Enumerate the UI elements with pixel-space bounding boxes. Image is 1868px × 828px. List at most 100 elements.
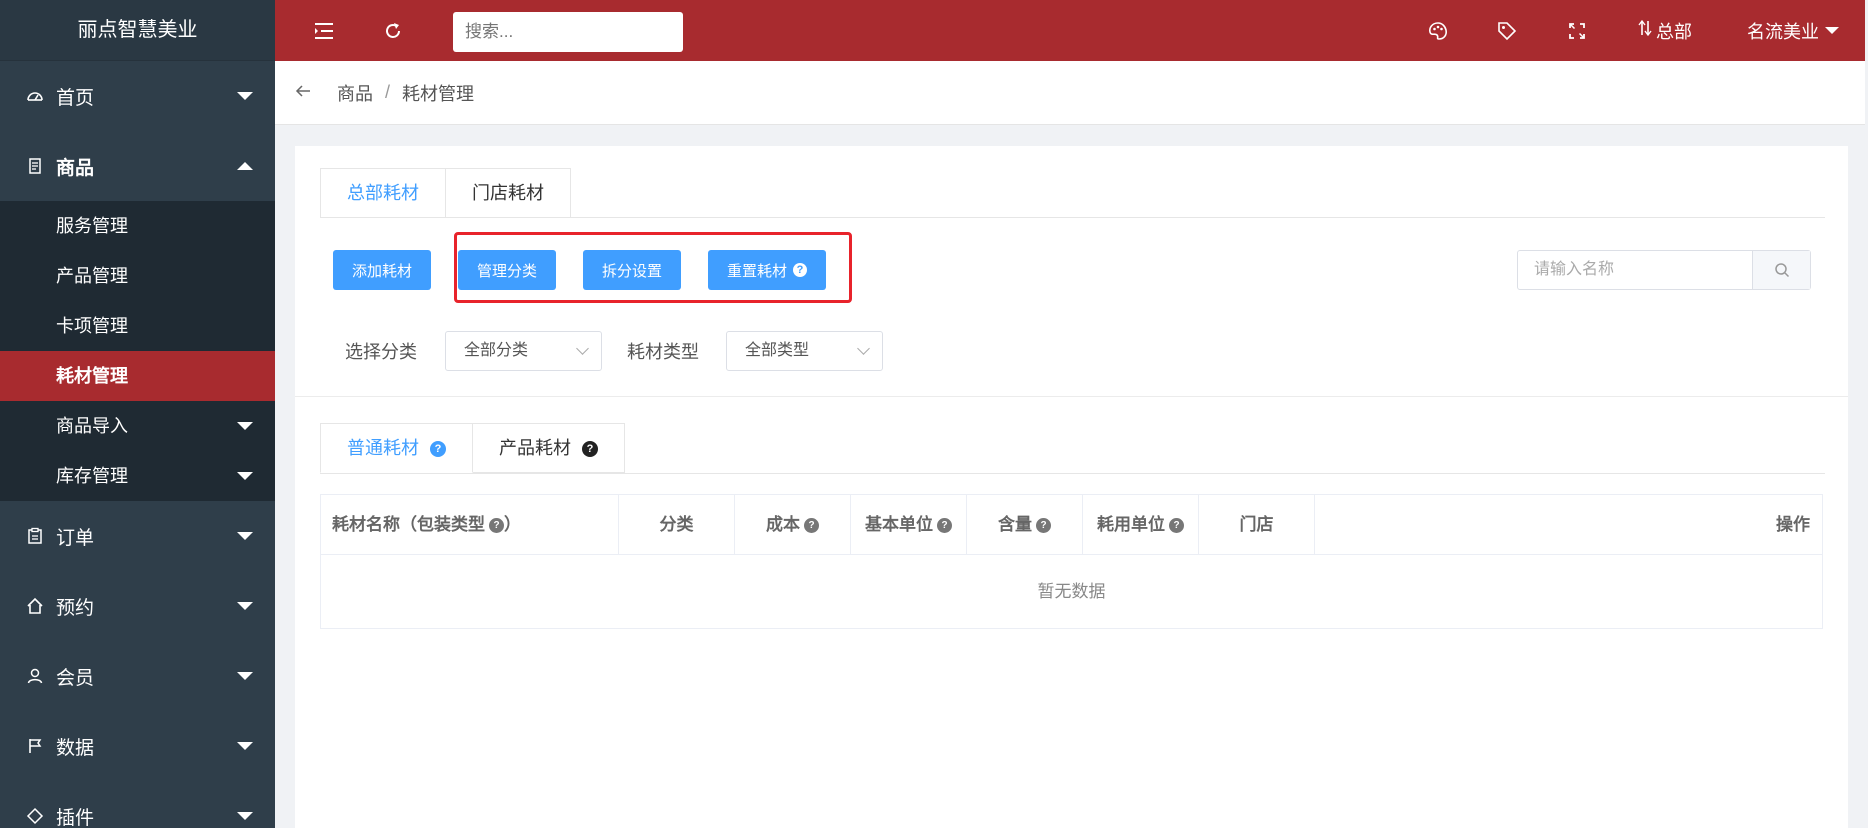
breadcrumb: 商品 / 耗材管理 <box>275 61 1865 125</box>
empty-state: 暂无数据 <box>1037 582 1106 601</box>
tab-regular-consumables[interactable]: 普通耗材 ? <box>320 423 474 473</box>
add-consumable-button[interactable]: 添加耗材 <box>333 250 431 290</box>
home-icon <box>24 595 46 617</box>
flag-icon <box>24 735 46 757</box>
scope-tabs: 总部耗材 门店耗材 <box>320 168 571 218</box>
column-header-store: 门店 <box>1199 495 1315 555</box>
category-select-value: 全部分类 <box>464 342 529 359</box>
help-icon: ? <box>937 518 952 534</box>
main-card: 总部耗材 门店耗材 添加耗材 管理分类 拆分设置 重置耗材 ? 请输入名称 选择… <box>295 146 1848 828</box>
help-icon: ? <box>582 441 599 458</box>
consumable-type-tabs: 普通耗材 ? 产品耗材 ? <box>320 423 626 473</box>
column-header-category: 分类 <box>619 495 735 555</box>
column-header-cost: 成本? <box>735 495 851 555</box>
name-search-input[interactable]: 请输入名称 <box>1518 251 1752 289</box>
column-label: 成本 <box>766 515 800 534</box>
chevron-down-icon <box>237 472 253 480</box>
tabs-divider <box>320 473 1825 474</box>
type-filter-label: 耗材类型 <box>627 342 699 362</box>
chevron-down-icon <box>237 92 253 100</box>
refresh-icon[interactable] <box>380 18 406 44</box>
column-label: 耗用单位 <box>1097 515 1165 534</box>
help-icon: ? <box>1169 518 1184 534</box>
chevron-down-icon <box>237 742 253 750</box>
submenu-item-products[interactable]: 产品管理 <box>0 251 275 301</box>
sidebar-item-label: 首页 <box>56 87 95 109</box>
caret-down-icon <box>1825 27 1839 34</box>
tab-hq-consumables[interactable]: 总部耗材 <box>320 168 446 218</box>
help-icon: ? <box>430 441 447 458</box>
column-label-suffix: ） <box>504 515 521 534</box>
chevron-down-icon <box>237 602 253 610</box>
clipboard-icon <box>24 525 46 547</box>
help-icon: ? <box>804 518 819 534</box>
column-label: 基本单位 <box>865 515 933 534</box>
help-icon: ? <box>489 518 504 534</box>
type-select-value: 全部类型 <box>745 342 810 359</box>
column-header-base-unit: 基本单位? <box>851 495 967 555</box>
sidebar-item-label: 插件 <box>56 807 95 828</box>
chevron-down-icon <box>237 672 253 680</box>
plugin-icon <box>24 805 46 827</box>
submenu-item-services[interactable]: 服务管理 <box>0 201 275 251</box>
name-search: 请输入名称 <box>1517 250 1811 290</box>
tab-label: 普通耗材 <box>347 438 419 458</box>
category-filter-label: 选择分类 <box>345 342 417 362</box>
submenu-item-label: 库存管理 <box>56 466 128 486</box>
sidebar-item-label: 订单 <box>56 527 95 549</box>
tab-store-consumables[interactable]: 门店耗材 <box>446 168 571 218</box>
help-icon: ? <box>1036 518 1051 534</box>
global-search-input[interactable] <box>453 12 683 52</box>
back-arrow-icon[interactable] <box>295 81 311 104</box>
category-select[interactable]: 全部分类 <box>445 331 602 371</box>
store-dropdown[interactable]: 名流美业 <box>1747 0 1839 61</box>
sidebar-item-label: 预约 <box>56 597 95 619</box>
highlight-annotation <box>454 232 852 303</box>
store-name: 名流美业 <box>1747 21 1819 42</box>
sidebar-item-orders[interactable]: 订单 <box>0 501 275 571</box>
type-select[interactable]: 全部类型 <box>726 331 883 371</box>
table-header: 耗材名称（包装类型?） 分类 成本? 基本单位? 含量? 耗用单位? 门店 操作 <box>321 495 1822 555</box>
chevron-down-icon <box>576 342 589 355</box>
switch-arrows-icon <box>1638 19 1652 42</box>
column-label: 耗材名称（包装类型 <box>332 515 485 534</box>
column-header-actions: 操作 <box>1776 515 1810 534</box>
sidebar: 丽点智慧美业 首页 商品 服务管理 产品管理 卡项管理 耗材管理 商品导入 库存… <box>0 0 275 828</box>
breadcrumb-parent[interactable]: 商品 <box>337 80 373 106</box>
chevron-up-icon <box>237 162 253 170</box>
column-header-usage-unit: 耗用单位? <box>1083 495 1199 555</box>
submenu-item-import[interactable]: 商品导入 <box>0 401 275 451</box>
tab-label: 产品耗材 <box>499 438 572 458</box>
chevron-down-icon <box>857 342 870 355</box>
sidebar-item-appointments[interactable]: 预约 <box>0 571 275 641</box>
user-icon <box>24 665 46 687</box>
headquarters-label: 总部 <box>1656 21 1692 42</box>
sidebar-item-label: 商品 <box>56 157 95 179</box>
sidebar-item-home[interactable]: 首页 <box>0 61 275 131</box>
sidebar-item-data[interactable]: 数据 <box>0 711 275 781</box>
tabs-divider <box>320 217 1825 218</box>
chevron-down-icon <box>237 422 253 430</box>
brand-title: 丽点智慧美业 <box>0 0 275 61</box>
fullscreen-icon[interactable] <box>1564 18 1590 44</box>
headquarters-switch[interactable]: 总部 <box>1638 0 1692 61</box>
breadcrumb-current: 耗材管理 <box>402 83 475 104</box>
chevron-down-icon <box>237 812 253 820</box>
chevron-down-icon <box>237 532 253 540</box>
search-icon[interactable] <box>1752 251 1810 289</box>
sidebar-item-plugins[interactable]: 插件 <box>0 781 275 828</box>
submenu-item-consumables[interactable]: 耗材管理 <box>0 351 275 401</box>
tab-product-consumables[interactable]: 产品耗材 ? <box>473 423 626 473</box>
dashboard-icon <box>24 85 46 107</box>
breadcrumb-separator: / <box>385 82 391 102</box>
tag-icon[interactable] <box>1494 18 1520 44</box>
products-submenu: 服务管理 产品管理 卡项管理 耗材管理 商品导入 库存管理 <box>0 201 275 501</box>
submenu-item-inventory[interactable]: 库存管理 <box>0 451 275 501</box>
sidebar-item-products[interactable]: 商品 <box>0 131 275 201</box>
sidebar-item-label: 数据 <box>56 737 95 759</box>
topbar: 总部 名流美业 <box>275 0 1865 61</box>
menu-toggle-icon[interactable] <box>311 18 337 44</box>
theme-palette-icon[interactable] <box>1425 18 1451 44</box>
sidebar-item-members[interactable]: 会员 <box>0 641 275 711</box>
submenu-item-cards[interactable]: 卡项管理 <box>0 301 275 351</box>
